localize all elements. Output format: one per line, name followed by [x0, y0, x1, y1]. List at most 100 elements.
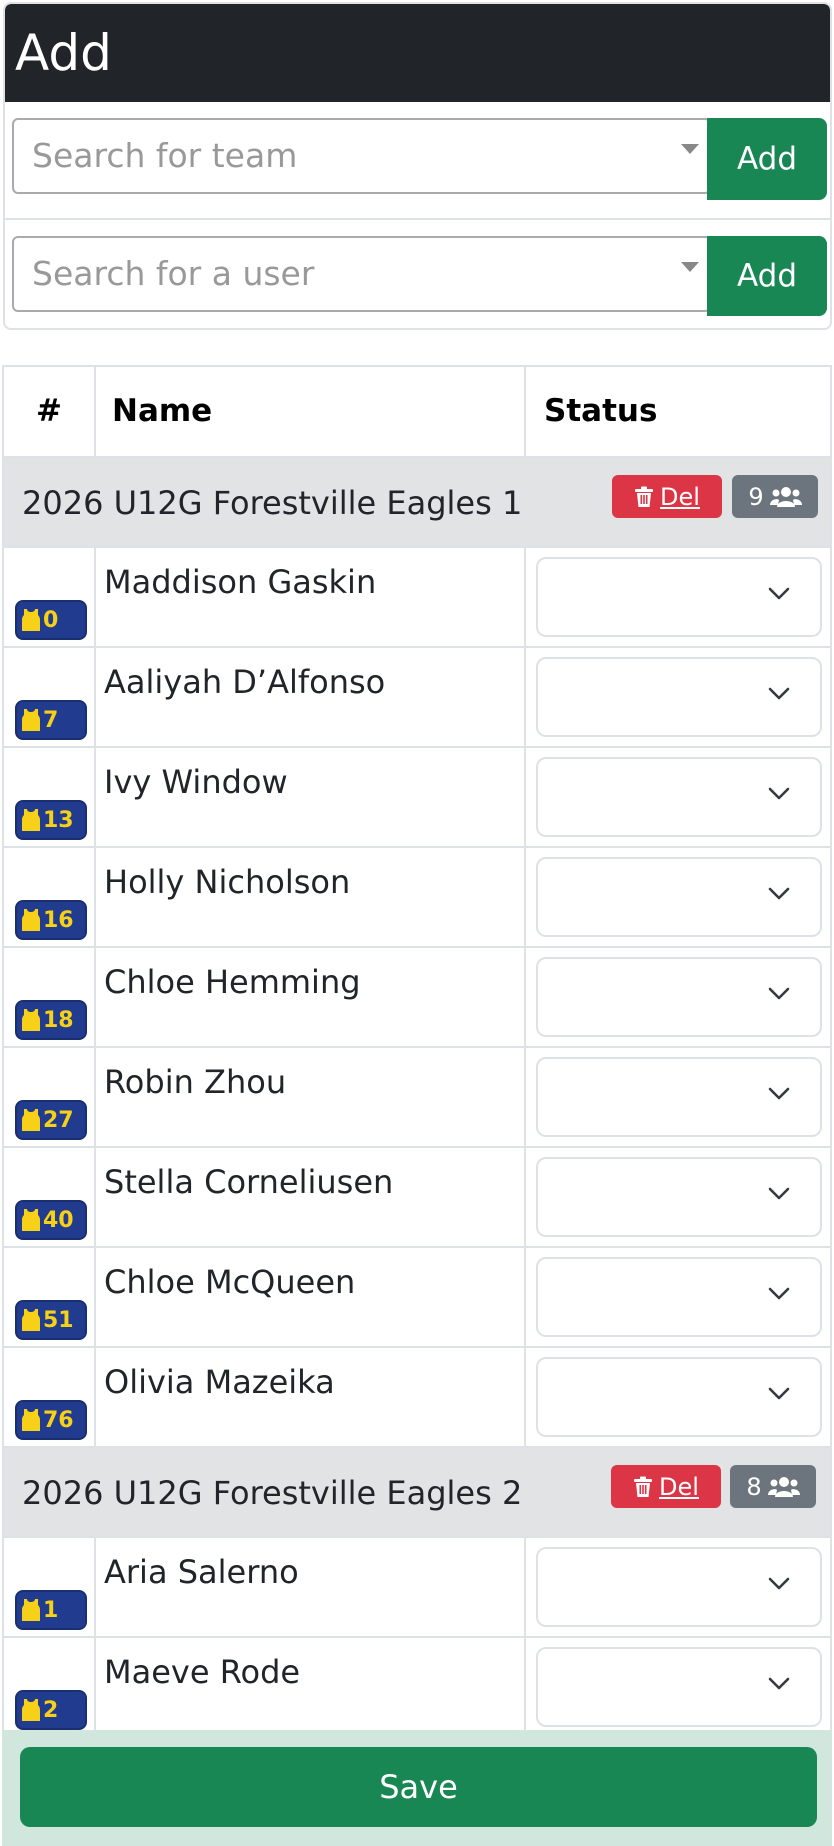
jersey-number: 40 [43, 1207, 74, 1233]
status-cell [526, 1248, 830, 1346]
player-name: Aaliyah D’Alfonso [96, 648, 526, 746]
table-row: 7 Aaliyah D’Alfonso [4, 648, 830, 748]
jersey-number: 51 [43, 1307, 74, 1333]
member-count-badge: 9 [732, 475, 818, 518]
status-select[interactable] [536, 957, 822, 1037]
table-row: 40 Stella Corneliusen [4, 1148, 830, 1248]
player-name: Ivy Window [96, 748, 526, 846]
chevron-down-icon [768, 1387, 790, 1400]
jersey-icon [22, 1109, 40, 1131]
save-button[interactable]: Save [20, 1747, 817, 1827]
chevron-down-icon [768, 1087, 790, 1100]
player-name: Holly Nicholson [96, 848, 526, 946]
jersey-icon [22, 1599, 40, 1621]
jersey-number-badge: 76 [15, 1400, 87, 1440]
number-cell: 76 [4, 1348, 96, 1446]
jersey-number: 18 [43, 1007, 74, 1033]
chevron-down-icon [768, 887, 790, 900]
users-icon [767, 1476, 800, 1497]
number-cell: 18 [4, 948, 96, 1046]
status-select[interactable] [536, 1157, 822, 1237]
jersey-number: 27 [43, 1107, 74, 1133]
table-row: 1 Aria Salerno [4, 1538, 830, 1638]
team-group-row: 2026 U12G Forestville Eagles 2 Del 8 [4, 1448, 830, 1538]
chevron-down-icon [768, 987, 790, 1000]
player-name: Olivia Mazeika [96, 1348, 526, 1446]
status-cell [526, 1638, 830, 1736]
add-user-button[interactable]: Add [707, 236, 827, 316]
status-select[interactable] [536, 657, 822, 737]
jersey-icon [22, 1309, 40, 1331]
team-search-select[interactable]: Search for team [12, 118, 711, 194]
caret-down-icon [681, 144, 699, 154]
chevron-down-icon [768, 1677, 790, 1690]
jersey-icon [22, 1209, 40, 1231]
team-name: 2026 U12G Forestville Eagles 2 [22, 1474, 523, 1512]
jersey-number-badge: 7 [15, 700, 87, 740]
table-body: 2026 U12G Forestville Eagles 1 Del 9 0 Maddi… [4, 458, 830, 1738]
header-number: # [4, 367, 96, 456]
roster-table: # Name Status 2026 U12G Forestville Eagl… [2, 365, 832, 1738]
status-select[interactable] [536, 557, 822, 637]
delete-team-button[interactable]: Del [612, 475, 722, 518]
number-cell: 2 [4, 1638, 96, 1736]
number-cell: 1 [4, 1538, 96, 1636]
jersey-number: 0 [43, 607, 59, 633]
status-cell [526, 1538, 830, 1636]
chevron-down-icon [768, 787, 790, 800]
status-select[interactable] [536, 1057, 822, 1137]
player-name: Aria Salerno [96, 1538, 526, 1636]
team-search-placeholder: Search for team [32, 136, 298, 175]
table-row: 51 Chloe McQueen [4, 1248, 830, 1348]
status-select[interactable] [536, 757, 822, 837]
player-name: Maeve Rode [96, 1638, 526, 1736]
add-team-button[interactable]: Add [707, 118, 827, 200]
player-name: Maddison Gaskin [96, 548, 526, 646]
number-cell: 27 [4, 1048, 96, 1146]
team-group-row: 2026 U12G Forestville Eagles 1 Del 9 [4, 458, 830, 548]
jersey-number-badge: 40 [15, 1200, 87, 1240]
status-cell [526, 1348, 830, 1446]
user-add-row: Search for a user Add [5, 220, 830, 328]
member-count-badge: 8 [730, 1465, 816, 1508]
user-search-select[interactable]: Search for a user [12, 236, 711, 312]
number-cell: 7 [4, 648, 96, 746]
status-select[interactable] [536, 1647, 822, 1727]
number-cell: 16 [4, 848, 96, 946]
add-card: Add Search for team Add Search for a use… [3, 2, 832, 330]
chevron-down-icon [768, 1577, 790, 1590]
header-name: Name [96, 367, 526, 456]
status-cell [526, 548, 830, 646]
chevron-down-icon [768, 587, 790, 600]
status-cell [526, 848, 830, 946]
chevron-down-icon [768, 1187, 790, 1200]
jersey-number-badge: 51 [15, 1300, 87, 1340]
delete-team-button[interactable]: Del [611, 1465, 721, 1508]
jersey-number-badge: 16 [15, 900, 87, 940]
table-row: 76 Olivia Mazeika [4, 1348, 830, 1448]
status-cell [526, 1148, 830, 1246]
number-cell: 40 [4, 1148, 96, 1246]
jersey-icon [22, 909, 40, 931]
status-select[interactable] [536, 1257, 822, 1337]
jersey-icon [22, 1009, 40, 1031]
jersey-icon [22, 609, 40, 631]
player-name: Chloe McQueen [96, 1248, 526, 1346]
save-footer: Save [2, 1730, 832, 1846]
jersey-number: 76 [43, 1407, 74, 1433]
table-row: 0 Maddison Gaskin [4, 548, 830, 648]
table-row: 2 Maeve Rode [4, 1638, 830, 1738]
player-name: Robin Zhou [96, 1048, 526, 1146]
jersey-number-badge: 0 [15, 600, 87, 640]
user-search-placeholder: Search for a user [32, 254, 315, 293]
status-select[interactable] [536, 1357, 822, 1437]
member-count: 9 [748, 482, 764, 511]
add-title: Add [5, 4, 830, 102]
jersey-icon [22, 809, 40, 831]
jersey-number: 2 [43, 1697, 59, 1723]
status-select[interactable] [536, 857, 822, 937]
number-cell: 51 [4, 1248, 96, 1346]
status-select[interactable] [536, 1547, 822, 1627]
jersey-number: 16 [43, 907, 74, 933]
chevron-down-icon [768, 687, 790, 700]
